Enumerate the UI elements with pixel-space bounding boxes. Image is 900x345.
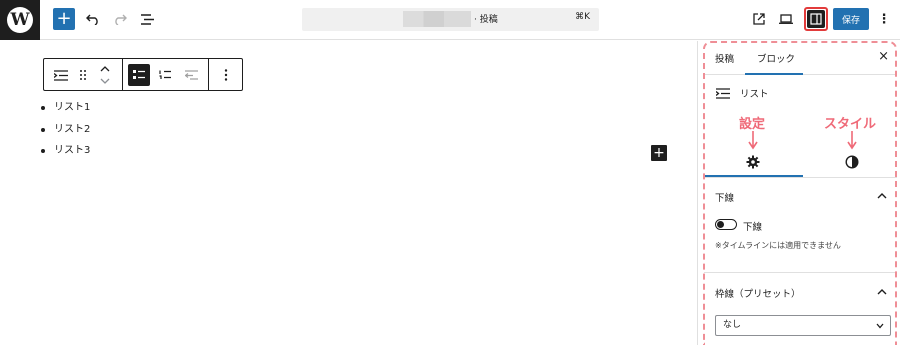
blurred-post-title (403, 11, 471, 27)
annotation-arrow-icon (847, 131, 857, 150)
redo-icon[interactable] (109, 8, 131, 30)
ordered-list-icon[interactable] (154, 64, 176, 86)
divider (704, 177, 897, 178)
undo-icon[interactable] (82, 8, 104, 30)
underline-note: ※タイムラインには適用できません (715, 241, 841, 250)
block-inserter-button[interactable]: + (53, 8, 75, 30)
preview-device-icon[interactable] (775, 8, 797, 30)
settings-sidebar-toggle[interactable] (804, 7, 828, 31)
list-item[interactable]: リスト2 (40, 122, 90, 144)
border-preset-select[interactable]: なし (715, 315, 891, 336)
annotation-styles: スタイル (824, 117, 877, 132)
wordpress-icon: W (7, 7, 33, 33)
editor-root: W + · 投稿 ⌘K 保存 ⋮ リスト1 リスト2 リスト3 + 投稿 ブロッ… (0, 0, 900, 345)
add-block-button[interactable]: + (651, 145, 667, 161)
chevron-down-icon (876, 323, 884, 329)
list-item[interactable]: リスト3 (40, 143, 90, 165)
toolbar-separator (208, 59, 209, 90)
list-item[interactable]: リスト1 (40, 100, 90, 122)
move-up-down-icon[interactable] (94, 63, 116, 87)
block-name: リスト (740, 89, 769, 100)
select-value: なし (723, 320, 742, 330)
block-toolbar (43, 58, 243, 91)
block-card: リスト (716, 86, 769, 100)
annotation-arrow-icon (748, 131, 758, 150)
settings-tab-gear-icon[interactable] (746, 154, 760, 169)
block-options-icon[interactable] (215, 64, 237, 86)
chevron-up-icon[interactable] (877, 192, 887, 199)
annotation-settings: 設定 (739, 117, 766, 132)
toolbar-separator (122, 59, 123, 90)
divider (704, 272, 897, 273)
active-tab-indicator (745, 73, 803, 75)
tab-block[interactable]: ブロック (757, 51, 795, 65)
wordpress-logo[interactable]: W (0, 0, 40, 40)
post-type-label: · 投稿 (474, 15, 498, 25)
drag-handle-icon[interactable] (72, 64, 94, 86)
outdent-icon[interactable] (180, 64, 202, 86)
tab-post[interactable]: 投稿 (715, 51, 734, 65)
document-overview-icon[interactable] (137, 8, 159, 30)
save-button[interactable]: 保存 (833, 8, 869, 30)
shortcut-hint: ⌘K (575, 12, 590, 22)
chevron-up-icon[interactable] (877, 288, 887, 295)
list-block-type-icon[interactable] (50, 64, 72, 86)
list-block[interactable]: リスト1 リスト2 リスト3 (40, 100, 90, 165)
sidebar-toggle-icon (807, 10, 825, 28)
unordered-list-icon[interactable] (128, 64, 150, 86)
list-block-icon (716, 87, 730, 99)
toggle-knob (717, 221, 724, 228)
more-options-icon[interactable]: ⋮ (873, 8, 895, 30)
underline-toggle[interactable] (715, 219, 737, 230)
command-palette-bar[interactable]: · 投稿 ⌘K (302, 8, 599, 31)
border-section-title[interactable]: 枠線（プリセット） (715, 286, 801, 300)
styles-tab-contrast-icon[interactable] (845, 154, 859, 169)
external-link-icon[interactable] (748, 8, 770, 30)
close-icon[interactable]: × (878, 49, 889, 64)
top-toolbar: W + · 投稿 ⌘K 保存 ⋮ (0, 0, 900, 40)
underline-toggle-label: 下線 (743, 222, 763, 233)
sidebar-tabs: 投稿 ブロック × (703, 41, 897, 75)
underline-section-title[interactable]: 下線 (715, 190, 734, 204)
